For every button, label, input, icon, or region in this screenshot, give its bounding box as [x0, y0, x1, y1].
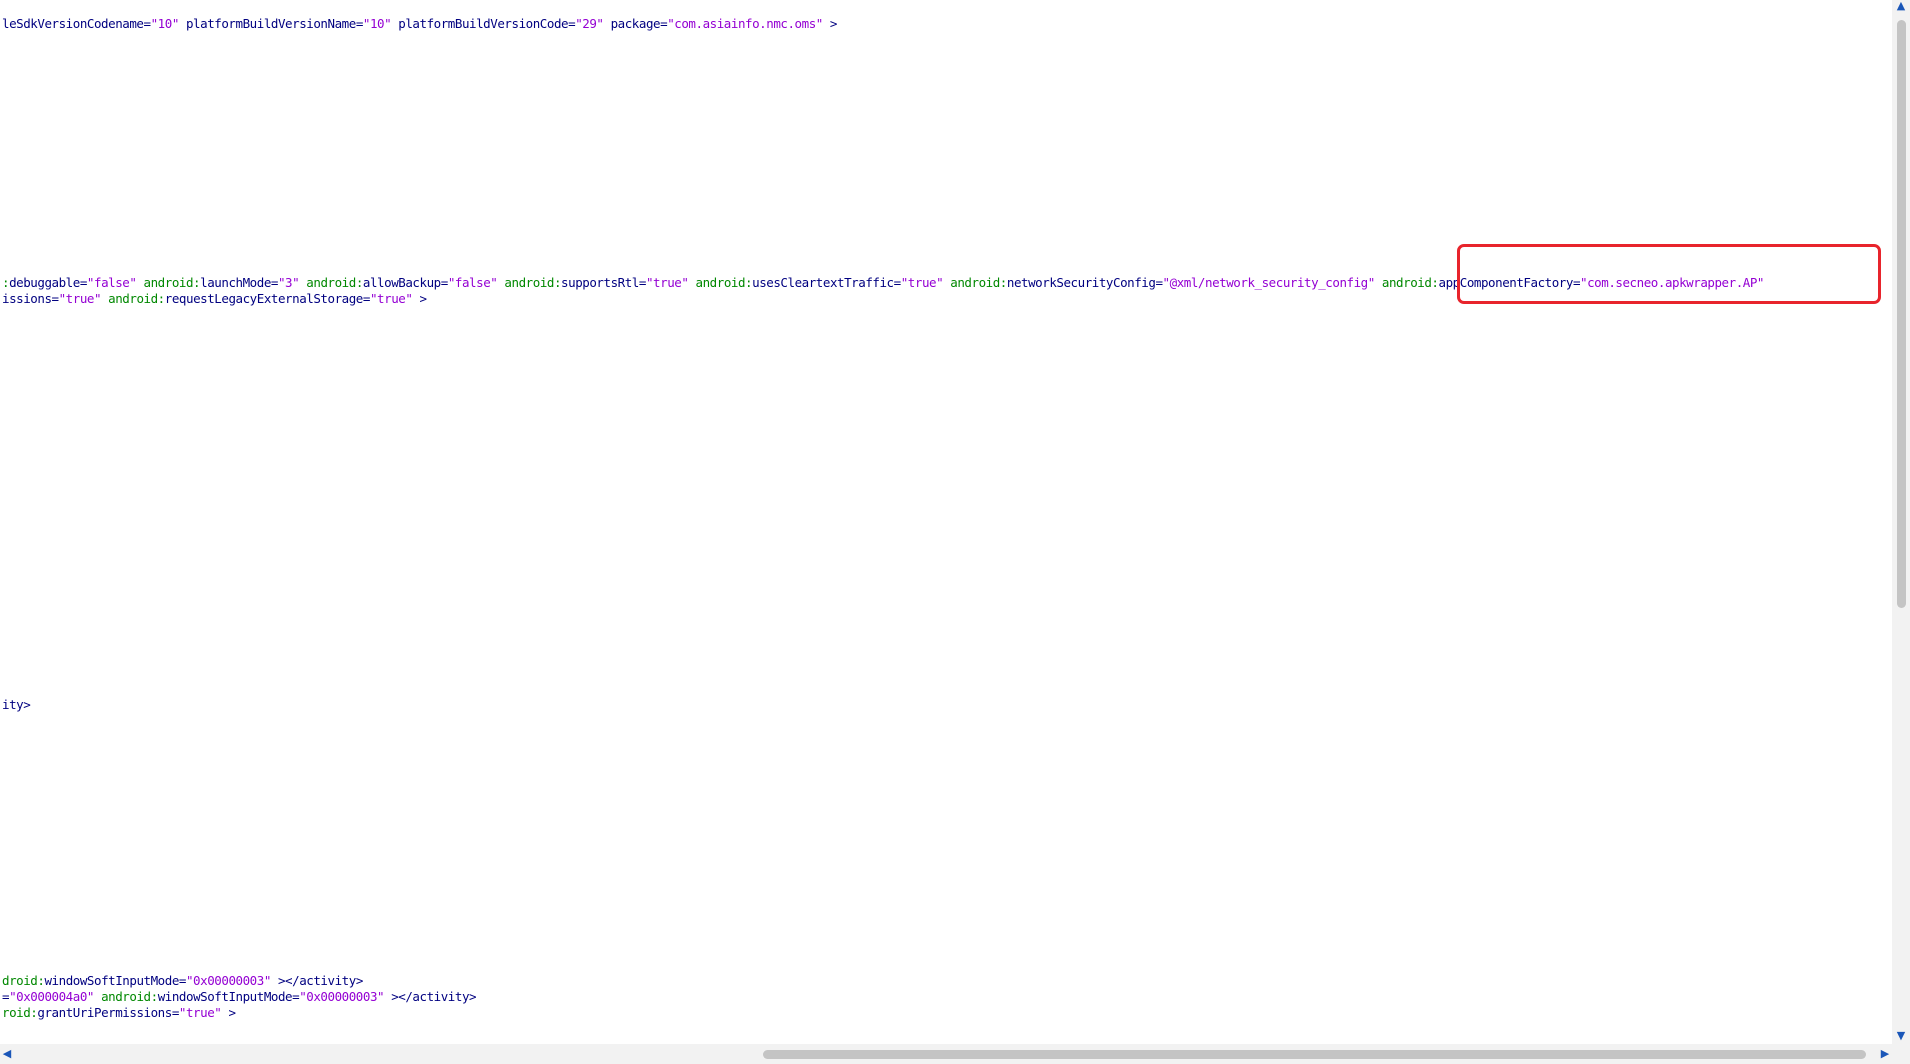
- xml-token: "false": [447, 275, 498, 290]
- xml-token: "true": [900, 275, 944, 290]
- provider-line: roid:grantUriPermissions="true" >: [2, 1005, 236, 1021]
- xml-token: =: [440, 275, 449, 290]
- xml-token: roid:: [2, 1005, 38, 1020]
- xml-token: requestLegacyExternalStorage: [164, 291, 364, 306]
- vertical-scroll-thumb[interactable]: [1897, 20, 1906, 608]
- application-attributes-line-2: issions="true" android:requestLegacyExte…: [2, 291, 427, 307]
- xml-token: networkSecurityConfig: [1006, 275, 1156, 290]
- scroll-up-arrow-icon[interactable]: ▲: [1894, 0, 1908, 12]
- scroll-right-arrow-icon[interactable]: ▶: [1878, 1048, 1892, 1060]
- xml-token: "true": [58, 291, 102, 306]
- scroll-left-arrow-icon[interactable]: ◀: [0, 1048, 14, 1060]
- scrollbar-corner: [1892, 1044, 1910, 1064]
- activity-line-2: ="0x000004a0" android:windowSoftInputMod…: [2, 989, 477, 1005]
- xml-token: supportsRtl: [561, 275, 639, 290]
- xml-token: droid:: [2, 973, 45, 988]
- scroll-down-arrow-icon[interactable]: ▼: [1894, 1030, 1908, 1042]
- highlight-annotation-box: [1457, 244, 1881, 304]
- xml-token: windowSoftInputMode: [157, 989, 293, 1004]
- xml-token: >: [221, 1005, 236, 1020]
- xml-token: =: [355, 16, 364, 31]
- xml-token: "10": [362, 16, 392, 31]
- xml-token: "com.asiainfo.nmc.oms": [667, 16, 823, 31]
- xml-token: "29": [575, 16, 604, 31]
- xml-token: =: [171, 1005, 180, 1020]
- xml-token: ></activity>: [384, 989, 477, 1004]
- xml-viewer[interactable]: roid:grantUriPermissions="true" > ="0x000…: [0, 0, 1892, 1044]
- xml-token: =: [1155, 275, 1163, 290]
- xml-token: android:: [688, 275, 753, 290]
- activity-close-line: ity>: [2, 697, 31, 713]
- xml-token: "0x00000003": [299, 989, 385, 1004]
- xml-token: platformBuildVersionName: [178, 16, 356, 31]
- application-attributes-line-1: :debuggable="false" android:launchMode="…: [2, 275, 1764, 291]
- xml-token: "com.secneo.apkwrapper.AP": [1580, 275, 1764, 290]
- xml-token: ity>: [2, 697, 31, 712]
- vertical-scrollbar[interactable]: ▲ ▼: [1892, 0, 1910, 1044]
- xml-token: windowSoftInputMode: [44, 973, 179, 988]
- xml-token: "true": [645, 275, 689, 290]
- xml-token: android:: [299, 275, 363, 290]
- xml-token: =: [79, 275, 88, 290]
- xml-token: "true": [369, 291, 413, 306]
- xml-token: "3": [277, 275, 300, 290]
- manifest-attributes-line: leSdkVersionCodename="10" platformBuildV…: [2, 16, 837, 32]
- xml-token: package: [603, 16, 661, 31]
- horizontal-scrollbar[interactable]: ◀ ▶: [0, 1044, 1892, 1064]
- xml-token: issions: [2, 291, 52, 306]
- xml-token: "false": [86, 275, 137, 290]
- xml-token: android:: [497, 275, 562, 290]
- xml-token: =: [178, 973, 187, 988]
- xml-token: android:: [101, 291, 165, 306]
- xml-token: =: [51, 291, 60, 306]
- xml-token: >: [412, 291, 428, 306]
- xml-token: =: [893, 275, 902, 290]
- xml-token: android:: [943, 275, 1007, 290]
- xml-token: debuggable: [9, 275, 80, 290]
- xml-token: launchMode: [200, 275, 271, 290]
- xml-token: leSdkVersionCodename: [2, 16, 144, 31]
- xml-token: appComponentFactory: [1438, 275, 1574, 290]
- xml-token: "10": [150, 16, 180, 31]
- xml-token: "@xml/network_security_config": [1162, 275, 1376, 290]
- xml-token: =: [638, 275, 647, 290]
- horizontal-scroll-thumb[interactable]: [763, 1050, 1866, 1059]
- xml-token: ></activity>: [270, 973, 363, 988]
- xml-token: "0x00000003": [185, 973, 271, 988]
- xml-token: =: [362, 291, 371, 306]
- xml-token: usesCleartextTraffic: [752, 275, 894, 290]
- xml-token: android:: [1374, 275, 1439, 290]
- xml-token: "0x000004a0": [9, 989, 94, 1004]
- activity-line-1: droid:windowSoftInputMode="0x00000003" >…: [2, 973, 363, 989]
- xml-token: =: [143, 16, 152, 31]
- xml-token: android:: [136, 275, 201, 290]
- xml-token: android:: [94, 989, 158, 1004]
- xml-token: =: [270, 275, 279, 290]
- xml-token: "true": [178, 1005, 222, 1020]
- xml-token: grantUriPermissions: [37, 1005, 172, 1020]
- xml-token: =: [1572, 275, 1581, 290]
- xml-token: platformBuildVersionCode: [391, 16, 569, 31]
- xml-token: >: [822, 16, 838, 31]
- xml-token: allowBackup: [362, 275, 441, 290]
